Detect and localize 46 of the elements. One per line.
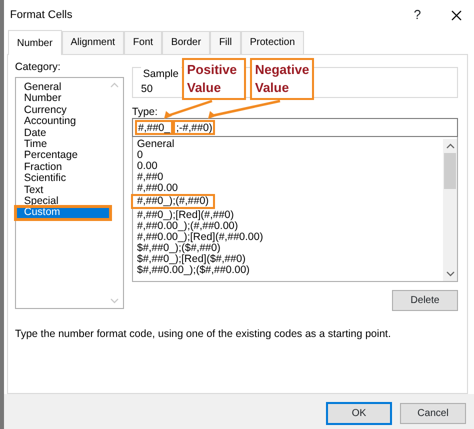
tab[interactable]: Number — [8, 30, 62, 55]
format-item[interactable]: #,##0.00 — [133, 183, 182, 194]
format-item[interactable]: #,##0_);[Red](#,##0) — [133, 210, 238, 221]
tab[interactable]: Font — [124, 31, 162, 54]
callout-label: Positive Value — [182, 58, 246, 100]
category-item[interactable]: Scientific — [16, 173, 110, 185]
sample-value: 50 — [141, 82, 153, 97]
category-item[interactable]: Accounting — [16, 116, 110, 128]
format-list[interactable]: General 0 0.00 #,##0 #,##0.00 #,##0_);(#,##0) #,##0_);[Red](#,##0) #,##0.00_);(#,##0.00) #,##0.00_);[Red](#,##0.00) $#,##0_);($#,##0) $#,##0_);[Red]($#,##0) $#,##0.00_);($#,##0.00) — [132, 137, 458, 282]
ok-button[interactable]: OK — [326, 402, 392, 424]
category-item[interactable]: Custom — [16, 207, 110, 219]
tab[interactable]: Border — [162, 31, 210, 54]
category-item[interactable]: Percentage — [16, 150, 110, 162]
cancel-button[interactable]: Cancel — [400, 402, 466, 424]
window-title: Format Cells — [10, 8, 74, 23]
format-item[interactable]: $#,##0.00_);($#,##0.00) — [133, 265, 254, 276]
format-item[interactable]: 0.00 — [133, 161, 162, 172]
category-item[interactable]: Number — [16, 93, 110, 105]
type-field[interactable]: #,##0_ ;-#,##0) — [132, 118, 458, 137]
category-item[interactable]: Date — [16, 128, 110, 140]
format-item[interactable]: $#,##0_);[Red]($#,##0) — [133, 254, 250, 265]
tab[interactable]: Protection — [240, 31, 304, 54]
format-item[interactable]: #,##0.00_);(#,##0.00) — [133, 221, 242, 232]
tab[interactable]: Fill — [210, 31, 241, 54]
format-item[interactable]: $#,##0_);($#,##0) — [133, 243, 224, 254]
category-list[interactable]: General Number Currency Accounting Date Time Percentage Fraction Scientific Text Special Custom — [15, 77, 124, 309]
category-item[interactable]: Special — [16, 196, 110, 208]
category-label: Category: — [15, 61, 62, 73]
format-item[interactable]: #,##0_);(#,##0) — [133, 196, 213, 207]
code-highlight: #,##0_ — [135, 120, 174, 135]
category-item[interactable]: General — [16, 82, 110, 94]
category-item[interactable]: Time — [16, 139, 110, 150]
delete-button[interactable]: Delete — [392, 290, 458, 311]
description-text: Type the number format code, using one of the existing codes as a starting point. — [15, 327, 392, 342]
category-item[interactable]: Currency — [16, 104, 110, 116]
format-item[interactable]: #,##0 — [133, 172, 168, 183]
format-item[interactable]: General — [133, 139, 178, 150]
code-highlight: ;-#,##0) — [173, 120, 216, 135]
format-item[interactable]: 0 — [133, 150, 147, 161]
type-label: Type: — [132, 106, 158, 118]
tab[interactable]: Alignment — [62, 31, 124, 54]
help-button[interactable]: ? — [414, 5, 421, 25]
format-item[interactable]: #,##0.00_);[Red](#,##0.00) — [133, 232, 268, 243]
category-item[interactable]: Fraction — [16, 162, 110, 174]
category-item[interactable]: Text — [16, 184, 110, 196]
callout-label: Negative Value — [250, 58, 314, 100]
